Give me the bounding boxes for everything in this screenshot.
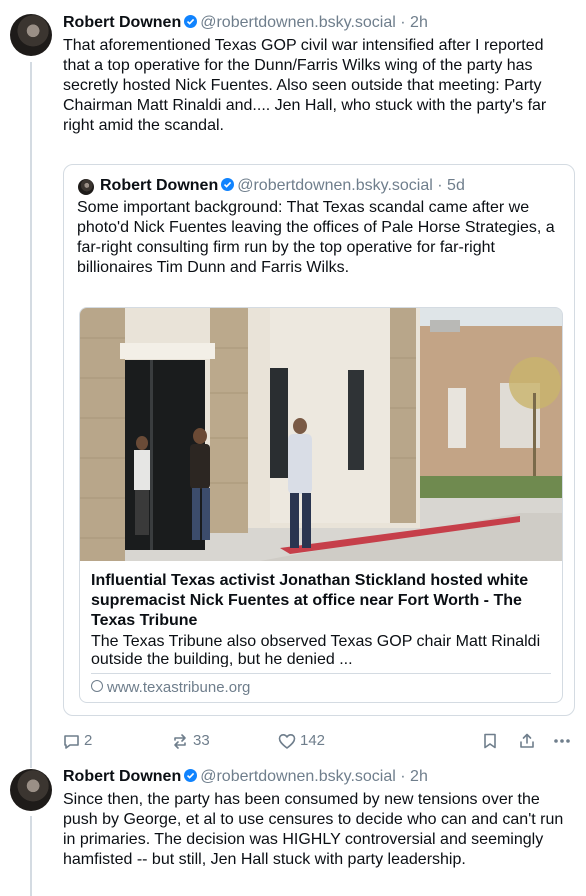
post-text: Since then, the party has been consumed …	[63, 791, 564, 868]
like-button[interactable]: 142	[278, 730, 325, 752]
reply-button[interactable]: 2	[63, 730, 92, 752]
repost-icon	[174, 733, 186, 749]
separator-dot: ·	[437, 177, 443, 194]
like-count: 142	[300, 732, 326, 749]
post-header: Robert Downen @robertdownen.bsky.social ·…	[63, 767, 428, 787]
author-avatar[interactable]	[10, 769, 52, 811]
post-actions: 2 33 142	[63, 730, 575, 752]
verified-check-icon	[221, 178, 235, 191]
repost-button[interactable]: 33	[171, 730, 210, 752]
author-handle[interactable]: @robertdownen.bsky.social	[200, 14, 396, 31]
share-button[interactable]	[519, 730, 535, 752]
link-card-image	[80, 308, 562, 561]
thread-line	[30, 816, 32, 896]
separator-dot: ·	[400, 14, 406, 31]
quoted-post-text: Some important background: That Texas sc…	[77, 199, 555, 276]
link-card-url-row: www.texastribune.org	[91, 679, 250, 697]
author-name[interactable]: Robert Downen	[63, 768, 181, 785]
bookmark-icon	[484, 733, 496, 749]
separator-dot: ·	[400, 768, 406, 785]
thread-line	[30, 760, 32, 768]
quoted-author-handle: @robertdownen.bsky.social	[237, 177, 433, 194]
link-card-description: The Texas Tribune also observed Texas GO…	[91, 633, 541, 667]
more-dots-icon	[554, 739, 570, 743]
reply-icon	[64, 734, 79, 749]
bookmark-button[interactable]	[483, 730, 497, 752]
post-1[interactable]: Robert Downen @robertdownen.bsky.social ·…	[0, 0, 586, 760]
link-card-title: Influential Texas activist Jonathan Stic…	[91, 572, 529, 629]
globe-icon	[91, 680, 103, 692]
link-card[interactable]: Influential Texas activist Jonathan Stic…	[79, 307, 563, 703]
author-handle[interactable]: @robertdownen.bsky.social	[200, 768, 396, 785]
heart-icon	[278, 733, 296, 749]
post-time[interactable]: 2h	[410, 768, 428, 785]
verified-check-icon	[184, 15, 198, 28]
more-options-button[interactable]	[553, 730, 571, 752]
author-name[interactable]: Robert Downen	[63, 14, 181, 31]
quoted-author-avatar	[78, 179, 94, 195]
post-header: Robert Downen @robertdownen.bsky.social ·…	[63, 13, 428, 33]
post-time[interactable]: 2h	[410, 14, 428, 31]
link-card-divider	[91, 673, 551, 674]
verified-check-icon	[184, 769, 198, 782]
quoted-post[interactable]: Robert Downen @robertdownen.bsky.social ·…	[63, 164, 575, 716]
reply-count: 2	[84, 732, 93, 749]
post-2[interactable]: Robert Downen @robertdownen.bsky.social ·…	[0, 760, 586, 896]
quoted-post-header: Robert Downen @robertdownen.bsky.social ·…	[100, 176, 465, 196]
quoted-post-time: 5d	[447, 177, 465, 194]
link-card-url: www.texastribune.org	[107, 679, 251, 696]
post-text: That aforementioned Texas GOP civil war …	[63, 37, 547, 134]
quoted-author-name: Robert Downen	[100, 177, 219, 194]
author-avatar[interactable]	[10, 14, 52, 56]
share-icon	[520, 733, 534, 748]
thread-line	[30, 62, 32, 760]
repost-count: 33	[193, 732, 210, 749]
